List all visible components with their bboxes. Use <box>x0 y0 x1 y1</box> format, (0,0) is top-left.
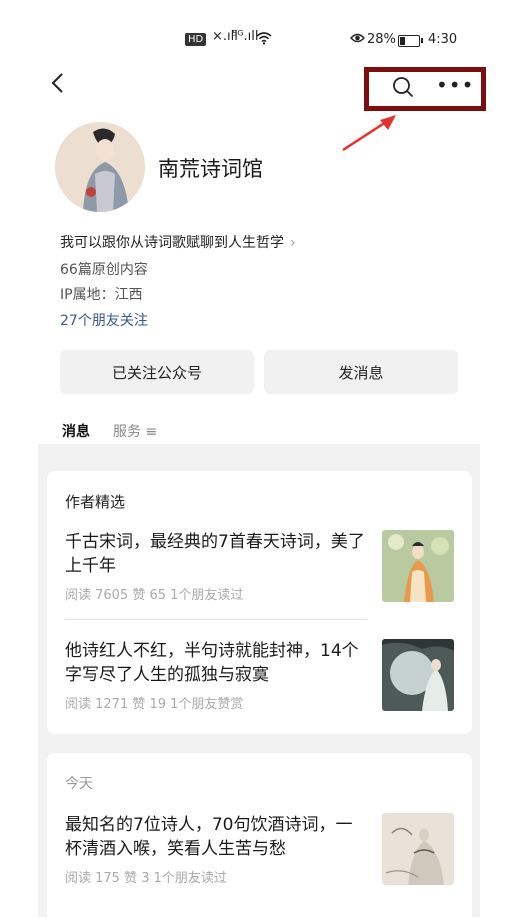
chevron-right-icon: › <box>290 235 296 251</box>
followed-button[interactable]: 已关注公众号 <box>60 350 254 394</box>
article-meta: 阅读 175 赞 3 1个朋友读过 <box>65 871 227 886</box>
tab-messages[interactable]: 消息 <box>62 421 90 449</box>
today-card: 今天 最知名的7位诗人，70句饮酒诗词，一杯清酒入喉，笑看人生苦与愁 阅读 17… <box>47 753 472 923</box>
back-icon[interactable] <box>50 72 64 99</box>
avatar[interactable] <box>55 122 145 212</box>
article-meta: 阅读 7605 赞 65 1个朋友读过 <box>65 588 244 603</box>
send-message-button[interactable]: 发消息 <box>264 350 458 394</box>
today-title: 今天 <box>65 776 93 792</box>
battery-percent: 28% <box>367 32 396 47</box>
featured-title: 作者精选 <box>65 493 126 511</box>
divider <box>65 619 367 620</box>
article-meta: 阅读 1271 赞 19 1个朋友赞赏 <box>65 697 244 712</box>
friends-following-link[interactable]: 27个朋友关注 <box>60 310 148 330</box>
article-title[interactable]: 千古宋词，最经典的7首春天诗词，美了上千年 <box>65 530 365 578</box>
annotation-arrow <box>342 115 396 152</box>
account-intro-text: 我可以跟你从诗词歌赋聊到人生哲学 <box>60 235 284 251</box>
moon-lady-thumbnail[interactable] <box>382 639 454 711</box>
article-title[interactable]: 他诗红人不红，半句诗就能封神，14个字写尽了人生的孤独与寂寞 <box>65 639 365 687</box>
account-intro[interactable]: 我可以跟你从诗词歌赋聊到人生哲学 › <box>60 232 296 252</box>
featured-card: 作者精选 千古宋词，最经典的7首春天诗词，美了上千年 阅读 7605 赞 65 … <box>47 471 472 734</box>
battery-tip <box>421 38 423 43</box>
clock: 4:30 <box>428 32 458 47</box>
lady-painting-thumbnail[interactable] <box>382 530 454 602</box>
signal-5g-icon: ⁵ᴳ.ıll <box>232 29 259 44</box>
wifi-icon <box>256 32 272 45</box>
status-bar: HD ×.ıll ⁵ᴳ.ıll 28% 4:30 <box>0 29 519 51</box>
tab-services[interactable]: 服务 ≡ <box>113 421 157 441</box>
eye-icon <box>350 33 365 43</box>
message-feed: 作者精选 千古宋词，最经典的7首春天诗词，美了上千年 阅读 7605 赞 65 … <box>38 444 480 923</box>
original-count: 66篇原创内容 <box>60 262 148 278</box>
ip-location: IP属地：江西 <box>60 287 143 303</box>
account-name: 南荒诗词馆 <box>158 157 263 181</box>
poet-ink-thumbnail[interactable] <box>382 813 454 885</box>
article-title[interactable]: 最知名的7位诗人，70句饮酒诗词，一杯清酒入喉，笑看人生苦与愁 <box>65 813 365 861</box>
annotation-highlight-box <box>364 67 486 111</box>
hd-badge: HD <box>185 33 207 46</box>
battery-icon <box>398 35 420 47</box>
